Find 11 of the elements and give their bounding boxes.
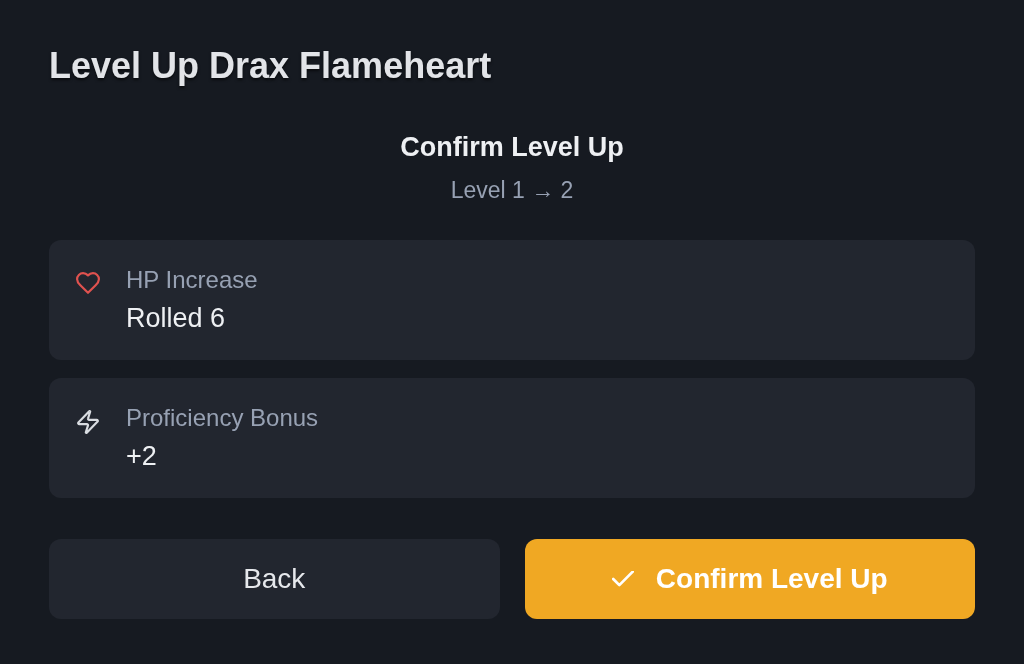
- heart-icon: [76, 272, 100, 294]
- dialog-title: Level Up Drax Flameheart: [49, 44, 493, 88]
- level-change-text: Level 1 → 2: [450, 176, 574, 204]
- stat-value: +2: [126, 440, 158, 473]
- stat-label: Proficiency Bonus: [126, 404, 319, 432]
- stat-value: Rolled 6: [126, 302, 227, 335]
- back-button[interactable]: Back: [49, 539, 500, 619]
- summary-heading: Confirm Level Up: [400, 131, 624, 164]
- lightning-bolt-icon: [77, 410, 99, 434]
- stat-label: HP Increase: [126, 266, 258, 294]
- check-icon: [611, 571, 634, 587]
